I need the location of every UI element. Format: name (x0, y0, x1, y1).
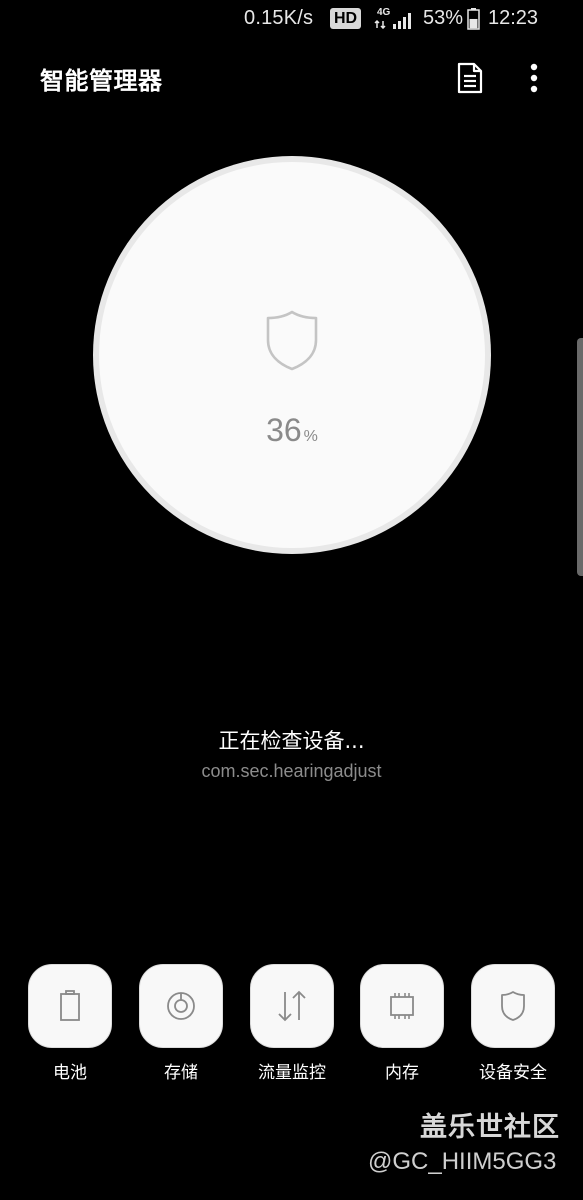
status-bar: 0.15K/s HD 4G 53% 12:23 (0, 0, 583, 40)
shield-icon (266, 310, 318, 371)
battery-icon (467, 8, 480, 30)
hd-voice-badge: HD (330, 8, 362, 29)
network-speed: 0.15K/s (244, 7, 314, 29)
data-transfer-icon (278, 990, 306, 1022)
watermark-site-name: 盖乐世社区 (420, 1112, 560, 1143)
tile-label-data-usage: 流量监控 (258, 1063, 326, 1083)
data-arrows-icon (374, 19, 386, 29)
scan-progress-value: 36% (192, 412, 392, 449)
progress-number: 36 (266, 412, 302, 448)
memory-chip-icon (390, 993, 414, 1019)
tile-label-battery: 电池 (53, 1063, 87, 1083)
watermark-username: @GC_HIIM5GG3 (368, 1148, 557, 1175)
progress-unit: % (303, 428, 318, 445)
document-icon (457, 62, 483, 94)
edge-panel-handle[interactable] (577, 338, 583, 576)
memory-tile[interactable] (360, 964, 444, 1048)
scan-current-package: com.sec.hearingadjust (201, 761, 382, 781)
data-usage-tile[interactable] (250, 964, 334, 1048)
page-title: 智能管理器 (40, 67, 163, 95)
scan-status-text: 正在检查设备... (218, 729, 365, 753)
battery-percent: 53% (423, 7, 464, 29)
battery-icon (60, 990, 80, 1021)
device-security-tile[interactable] (471, 964, 555, 1048)
more-options-button[interactable] (518, 58, 550, 98)
battery-tile[interactable] (28, 964, 112, 1048)
tile-label-memory: 内存 (385, 1063, 419, 1083)
storage-tile[interactable] (139, 964, 223, 1048)
report-button[interactable] (452, 58, 488, 98)
more-vert-icon (530, 63, 538, 93)
tile-label-storage: 存储 (164, 1063, 198, 1083)
signal-strength-icon (393, 13, 411, 29)
tile-label-device-security: 设备安全 (479, 1063, 547, 1083)
clock: 12:23 (488, 7, 539, 29)
shield-icon (501, 991, 525, 1021)
storage-disc-icon (167, 992, 195, 1020)
